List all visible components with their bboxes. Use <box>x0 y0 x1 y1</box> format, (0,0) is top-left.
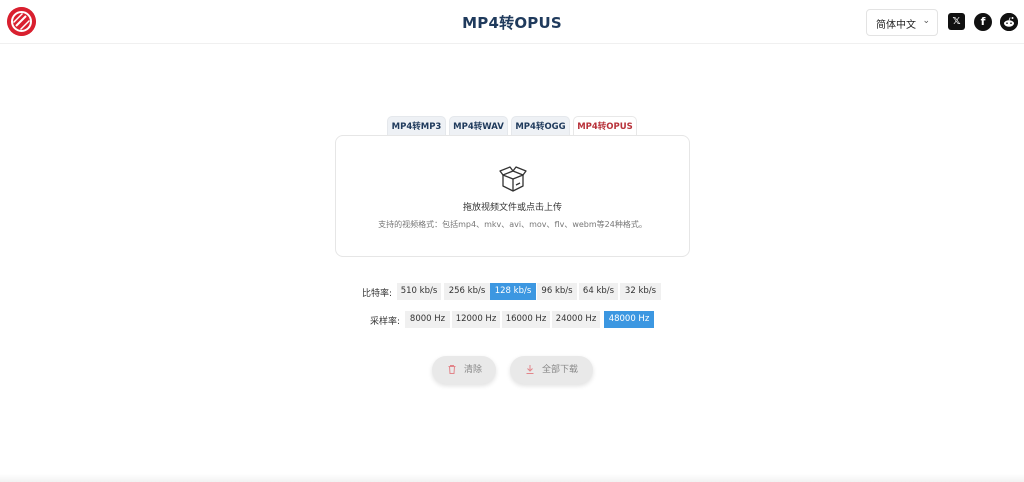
samplerate-row: 采样率: 8000 Hz 12000 Hz 16000 Hz 24000 Hz … <box>368 311 668 328</box>
bitrate-label: 比特率: <box>362 289 393 299</box>
tab-mp4-mp3[interactable]: MP4转MP3 <box>387 116 446 136</box>
samplerate-label: 采样率: <box>370 317 401 327</box>
footer-divider <box>0 474 1024 482</box>
bitrate-option[interactable]: 96 kb/s <box>537 283 577 300</box>
bitrate-option[interactable]: 64 kb/s <box>579 283 618 300</box>
open-box-icon <box>498 164 528 194</box>
bitrate-option[interactable]: 510 kb/s <box>397 283 441 300</box>
bitrate-option[interactable]: 32 kb/s <box>620 283 661 300</box>
upload-dropzone[interactable]: 拖放视频文件或点击上传 支持的视频格式：包括mp4、mkv、avi、mov、fl… <box>335 135 690 257</box>
bitrate-option-selected[interactable]: 128 kb/s <box>490 283 536 300</box>
samplerate-option-selected[interactable]: 48000 Hz <box>604 311 654 328</box>
reddit-icon[interactable] <box>1000 13 1018 31</box>
facebook-icon[interactable]: f <box>974 13 992 31</box>
language-select[interactable]: 简体中文 ⌄ <box>866 9 938 36</box>
samplerate-option[interactable]: 8000 Hz <box>405 311 450 328</box>
tab-mp4-opus[interactable]: MP4转OPUS <box>573 116 637 137</box>
language-value: 简体中文 <box>876 20 916 31</box>
tab-mp4-wav[interactable]: MP4转WAV <box>449 116 508 136</box>
upload-title: 拖放视频文件或点击上传 <box>462 203 562 213</box>
bitrate-row: 比特率: 510 kb/s 256 kb/s 128 kb/s 96 kb/s … <box>360 283 680 300</box>
top-header: MP4转OPUS 简体中文 ⌄ 𝕏 f <box>0 0 1024 44</box>
samplerate-option[interactable]: 16000 Hz <box>502 311 550 328</box>
bitrate-option[interactable]: 256 kb/s <box>444 283 490 300</box>
download-icon <box>525 356 535 396</box>
download-all-button[interactable]: 全部下载 <box>510 356 593 384</box>
chevron-down-icon: ⌄ <box>922 16 930 26</box>
upload-hint: 支持的视频格式：包括mp4、mkv、avi、mov、flv、webm等24种格式… <box>378 220 647 229</box>
clear-button[interactable]: 清除 <box>432 356 496 384</box>
trash-icon <box>447 356 457 396</box>
samplerate-option[interactable]: 24000 Hz <box>552 311 600 328</box>
download-all-label: 全部下载 <box>542 365 579 375</box>
tab-mp4-ogg[interactable]: MP4转OGG <box>511 116 570 136</box>
clear-button-label: 清除 <box>464 365 483 375</box>
x-twitter-icon[interactable]: 𝕏 <box>948 13 965 30</box>
samplerate-option[interactable]: 12000 Hz <box>452 311 500 328</box>
